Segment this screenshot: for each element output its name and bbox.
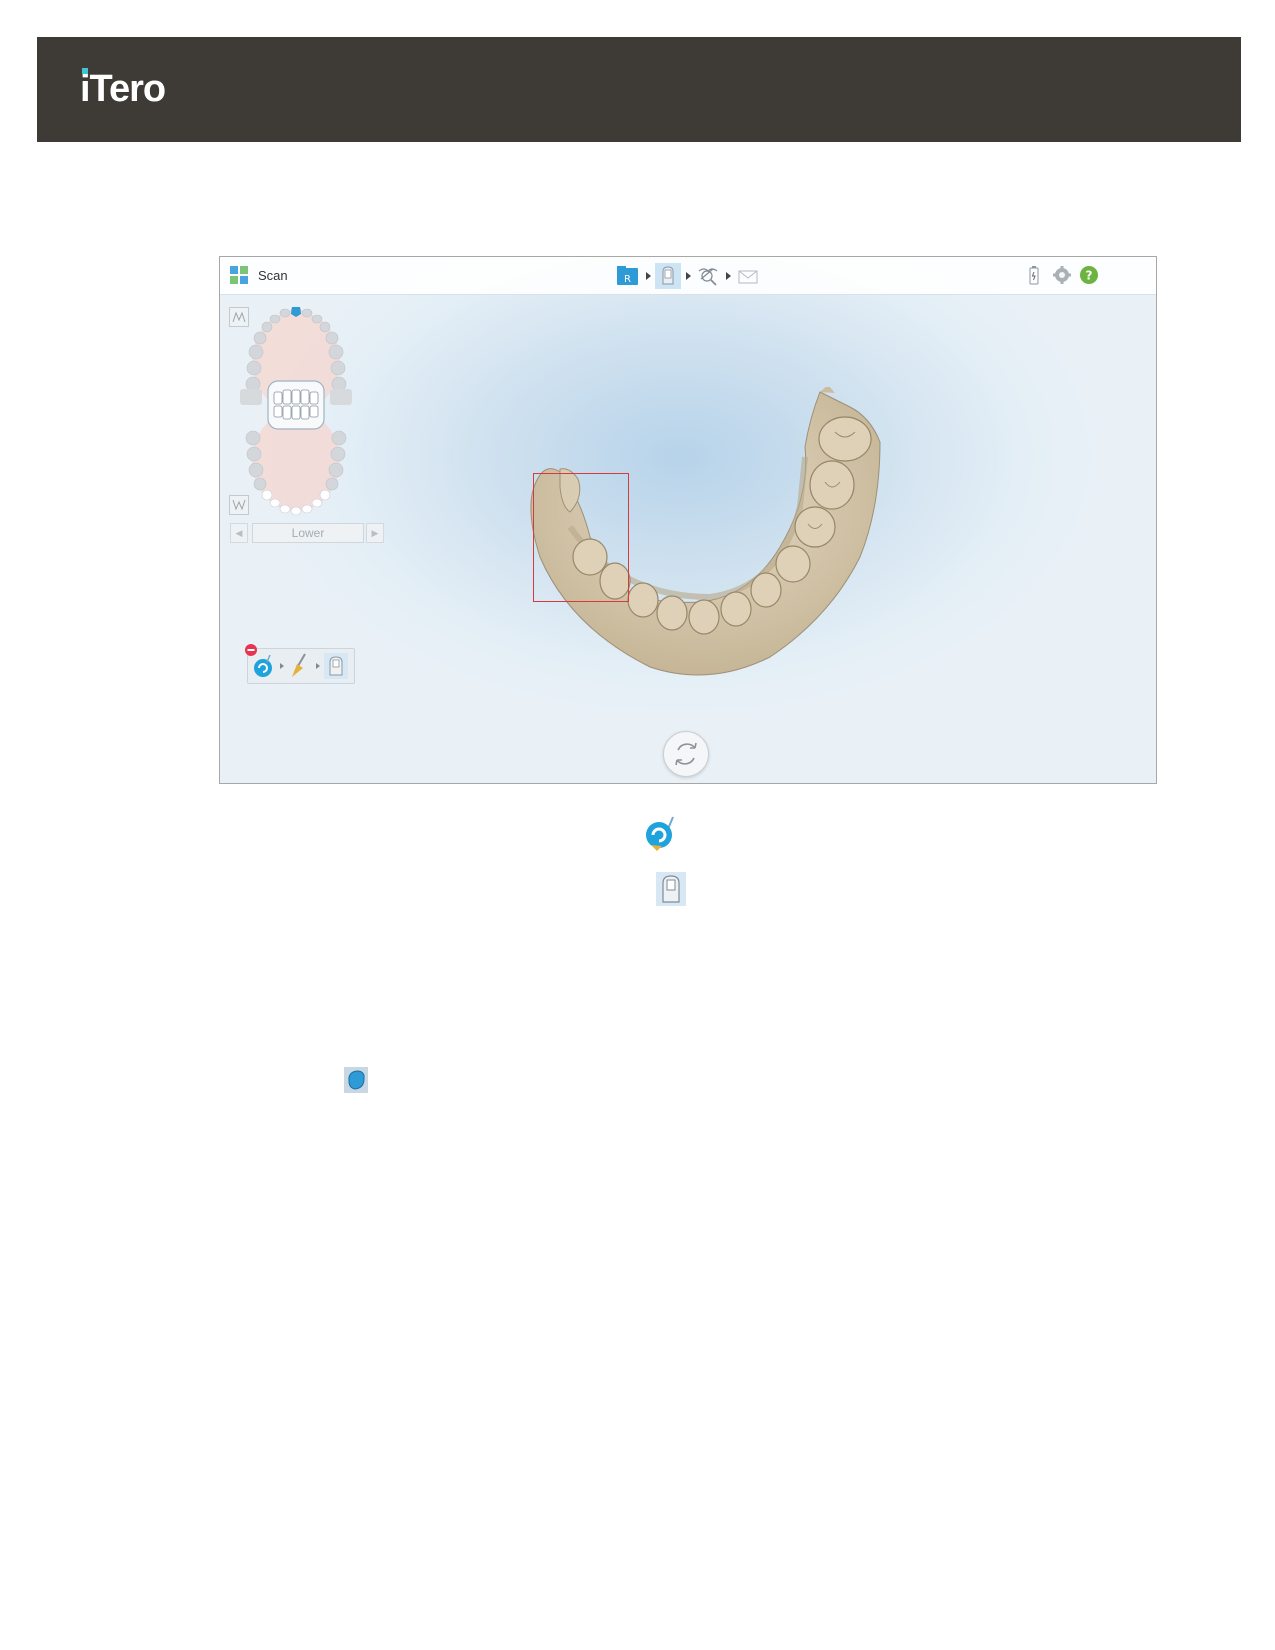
- app-title: Scan: [258, 268, 288, 283]
- next-jaw-button[interactable]: ▶: [366, 523, 384, 543]
- svg-text:?: ?: [1086, 269, 1093, 283]
- app-top-bar: Scan R ?: [220, 257, 1156, 295]
- itero-logo: iTero: [80, 68, 166, 110]
- remove-segment-icon-inline: [646, 816, 674, 851]
- jaw-selector-value: Lower: [252, 523, 364, 543]
- tray-arrow: [316, 663, 320, 669]
- page-header: iTero: [37, 37, 1241, 142]
- remove-segment-icon[interactable]: [251, 653, 277, 679]
- settings-gear-icon[interactable]: [1052, 265, 1072, 285]
- view-step-icon[interactable]: [695, 263, 721, 289]
- battery-icon: [1029, 266, 1039, 285]
- logo-accent-dot: [82, 68, 88, 74]
- workflow-arrow: [726, 272, 731, 280]
- help-icon[interactable]: ?: [1079, 265, 1099, 285]
- workflow-arrow: [646, 272, 651, 280]
- workflow-arrow: [686, 272, 691, 280]
- rx-step-icon[interactable]: R: [615, 263, 641, 289]
- tooth-diagram[interactable]: [240, 305, 352, 517]
- scan-step-icon[interactable]: [655, 263, 681, 289]
- scan-mode-icon-inline: [656, 872, 686, 906]
- tray-arrow: [280, 663, 284, 669]
- scan-screenshot: Scan R ? ◀ Lower ▶: [219, 256, 1157, 784]
- svg-text:R: R: [624, 274, 631, 285]
- logo-text: iTero: [80, 68, 166, 110]
- apps-menu-icon[interactable]: [230, 266, 248, 284]
- previous-jaw-button[interactable]: ◀: [230, 523, 248, 543]
- scan-mode-icon[interactable]: [324, 653, 348, 679]
- rotate-icon: [675, 742, 697, 766]
- tooth-segment-icon-inline: [344, 1067, 368, 1093]
- send-step-icon[interactable]: [735, 263, 761, 289]
- scan-tool-tray: [245, 644, 355, 684]
- highlight-region: [533, 473, 629, 602]
- rotate-view-button[interactable]: [663, 731, 709, 777]
- eraser-icon[interactable]: [288, 653, 312, 679]
